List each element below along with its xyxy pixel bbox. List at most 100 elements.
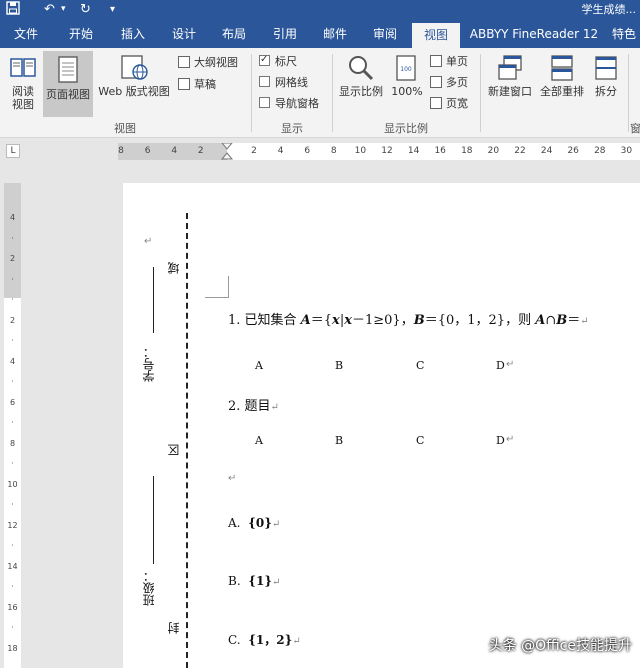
zoom-100-button[interactable]: 100 100% (389, 54, 425, 114)
paragraph-mark: ↵ (144, 236, 153, 247)
vruler-tick-label: 12 (7, 520, 18, 530)
undo-icon[interactable]: ↶ (44, 1, 55, 18)
q1-eq2: ＝{0，1，2} (424, 313, 506, 328)
zoom-group-label: 显示比例 (384, 122, 428, 135)
q1-option-d[interactable]: D (496, 359, 505, 372)
vruler-tick-label: 10 (7, 479, 18, 489)
ruler-tick-label: 28 (594, 146, 606, 156)
print-layout-button[interactable]: 页面视图 (43, 51, 93, 117)
binding-char-feng: 封 (167, 622, 181, 634)
arrange-all-button[interactable]: 全部重排 (538, 54, 586, 114)
ruler-tick-label: 8 (330, 146, 337, 156)
ruler-check-icon (259, 53, 270, 67)
binding-char-qu: 区 (167, 444, 181, 456)
q2-option-b[interactable]: B (335, 434, 343, 447)
q2-option-d[interactable]: D (496, 434, 505, 447)
split-button[interactable]: 拆分 (589, 54, 623, 114)
arrange-all-label: 全部重排 (540, 85, 584, 98)
vruler-tick-label: 6 (9, 397, 16, 407)
nav-pane-checkbox[interactable]: 导航窗格 (259, 97, 319, 111)
ruler-tick-label: 6 (144, 146, 151, 156)
customize-qat-icon[interactable]: ▾ (110, 1, 115, 18)
ruler-checkbox[interactable]: 标尺 (259, 53, 297, 69)
horizontal-ruler[interactable]: 8 6 4 2 2 4 6 8 10 12 14 16 18 20 22 24 26 28 30 (118, 143, 640, 160)
new-window-icon (498, 55, 522, 80)
ruler-tick-label: 8 (118, 146, 124, 156)
q1-option-a[interactable]: A (255, 359, 263, 372)
vertical-ruler[interactable]: 4 · 2 · · 2 · 4 · 6 · 8 · 10 · 12 · 14 · 16 · 18 (4, 183, 21, 668)
q1-eq1: ＝{ (310, 313, 333, 328)
q1-cond: －1≥0} (351, 313, 401, 328)
tab-layout[interactable]: 布局 (210, 20, 258, 48)
vruler-tick-label: 2 (9, 254, 16, 263)
class-label: 班级： (142, 570, 156, 606)
banji-underline (153, 476, 154, 564)
q1-prefix: 1. 已知集合 (228, 313, 301, 328)
page-width-button[interactable]: 页宽 (430, 97, 468, 111)
vruler-tick-label: · (11, 500, 14, 509)
split-label: 拆分 (595, 85, 617, 98)
read-mode-button[interactable]: 阅读 视图 (4, 54, 42, 114)
answer-b[interactable]: B. {1}↵ (228, 574, 280, 588)
page-icon (58, 56, 78, 83)
redo-icon[interactable]: ↻ (80, 1, 91, 18)
tab-review[interactable]: 审阅 (360, 20, 410, 48)
ruler-tick-label: 20 (487, 146, 500, 156)
draft-button[interactable]: 草稿 (178, 78, 216, 92)
undo-dropdown-icon[interactable]: ▾ (61, 1, 66, 18)
new-window-button[interactable]: 新建窗口 (484, 54, 536, 114)
vruler-tick-label: · (11, 274, 14, 284)
answer-b-value: {1} (248, 574, 273, 588)
answer-b-letter: B. (228, 574, 241, 588)
ruler-tick-label: 24 (540, 146, 553, 156)
question-2[interactable]: 2. 题目↵ (228, 395, 279, 414)
q1-set-b: B (413, 313, 425, 328)
outline-button[interactable]: 大纲视图 (178, 56, 238, 70)
q1-option-b[interactable]: B (335, 359, 343, 372)
tab-mailings[interactable]: 邮件 (310, 20, 360, 48)
one-page-icon (430, 55, 442, 67)
student-number-label: 学号： (142, 346, 156, 382)
q2-option-a[interactable]: A (255, 434, 263, 447)
gridlines-checkbox[interactable]: 网格线 (259, 76, 308, 90)
tab-special[interactable]: 特色 (604, 20, 640, 48)
show-group-label: 显示 (281, 122, 303, 135)
q1-a2: A (535, 313, 546, 328)
ruler-row: L 8 6 4 2 2 4 6 8 10 12 14 16 18 20 22 24 26 28 30 (0, 138, 640, 165)
q1-x1: x (332, 313, 340, 328)
tab-home[interactable]: 开始 (56, 20, 106, 48)
page-width-icon (430, 97, 442, 109)
q1-option-c[interactable]: C (416, 359, 424, 372)
vruler-tick-label: · (11, 418, 14, 427)
tab-references[interactable]: 引用 (260, 20, 310, 48)
answer-c[interactable]: C. {1，2}↵ (228, 631, 301, 648)
tab-view[interactable]: 视图 (412, 23, 460, 48)
q2-option-c[interactable]: C (416, 434, 424, 447)
q2-text: 2. 题目 (228, 399, 271, 414)
group-separator (332, 54, 333, 132)
tab-abbyy[interactable]: ABBYY FineReader 12 (468, 20, 600, 48)
ribbon-view: 阅读 视图 页面视图 Web 版式视图 大纲视图 草稿 视图 标尺 网格线 导航… (0, 48, 640, 138)
answer-a[interactable]: A. {0}↵ (228, 516, 280, 530)
document-page[interactable] (123, 183, 640, 668)
split-icon (595, 56, 617, 80)
tab-stop-selector[interactable]: L (6, 144, 20, 158)
multi-page-button[interactable]: 多页 (430, 76, 468, 90)
tab-insert[interactable]: 插入 (108, 20, 158, 48)
document-title: 学生成绩... (581, 3, 637, 16)
tab-file[interactable]: 文件 (0, 20, 52, 48)
magnifier-icon (349, 56, 374, 81)
zoom-button[interactable]: 显示比例 (336, 54, 386, 114)
tab-design[interactable]: 设计 (160, 20, 208, 48)
vruler-tick-label: 2 (9, 315, 16, 325)
answer-c-value: {1，2} (248, 633, 293, 647)
vruler-tick-label: · (11, 233, 14, 243)
save-icon[interactable] (6, 1, 20, 20)
one-page-button[interactable]: 单页 (430, 55, 468, 69)
draft-icon (178, 78, 190, 90)
web-layout-button[interactable]: Web 版式视图 (95, 54, 173, 114)
vruler-tick-label: · (11, 377, 14, 386)
ruler-tick-label: 10 (354, 146, 367, 156)
indent-marker-icon[interactable] (221, 143, 233, 160)
question-1[interactable]: 1. 已知集合 A＝{x|x－1≥0}，B＝{0，1，2}，则 A∩B＝↵ (228, 309, 589, 328)
